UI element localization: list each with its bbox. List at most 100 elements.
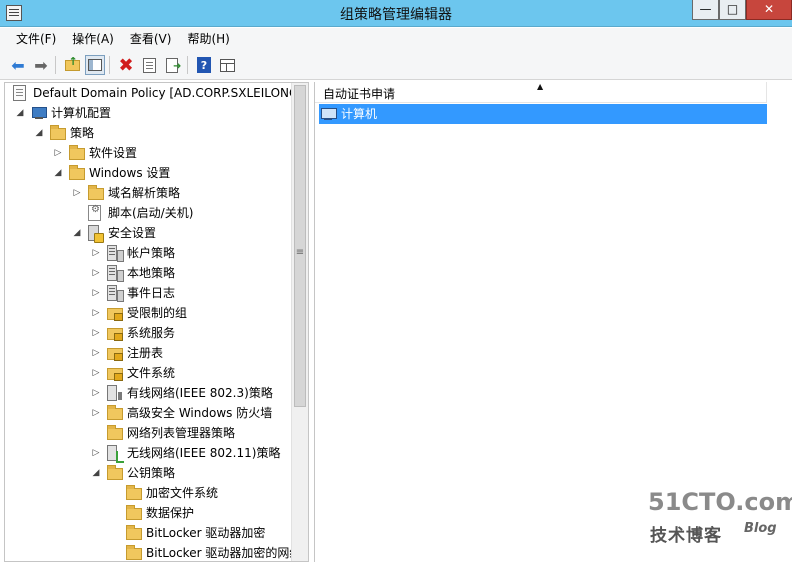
expand-toggle-icon[interactable]: ▷ (91, 303, 101, 323)
folder-icon (126, 545, 142, 560)
folder-icon (107, 465, 123, 480)
tree-item-system-services[interactable]: ▷ 系统服务 (5, 323, 290, 343)
properties-icon[interactable] (139, 55, 159, 75)
tree-item-windows-settings[interactable]: ◢ Windows 设置 (5, 163, 290, 183)
tree-item-public-key-policies[interactable]: ◢ 公钥策略 (5, 463, 290, 483)
server-icon (107, 245, 124, 262)
tree-item-registry[interactable]: ▷ 注册表 (5, 343, 290, 363)
expand-toggle-icon[interactable]: ▷ (91, 403, 101, 423)
toolbar: ⬅ ➡ ✖ ? (0, 50, 792, 80)
watermark-51cto: 51CTO.com 技术博客 Blog (648, 488, 792, 558)
menu-action[interactable]: 操作(A) (64, 29, 122, 49)
wired-network-icon (107, 385, 122, 401)
folder-icon (107, 405, 123, 420)
tree-item-software-settings[interactable]: ▷ 软件设置 (5, 143, 290, 163)
console-tree[interactable]: Default Domain Policy [AD.CORP.SXLEILONG… (4, 82, 309, 562)
list-item-computer[interactable]: 计算机 (319, 104, 767, 124)
computer-icon (321, 107, 337, 121)
up-folder-icon[interactable] (62, 55, 82, 75)
document-icon (13, 85, 26, 101)
sort-ascending-icon: ▲ (537, 82, 544, 91)
menu-file[interactable]: 文件(F) (8, 29, 64, 49)
view-options-icon[interactable] (217, 55, 237, 75)
tree-item-event-log[interactable]: ▷ 事件日志 (5, 283, 290, 303)
tree-item-default-domain-policy[interactable]: Default Domain Policy [AD.CORP.SXLEILONG… (5, 83, 302, 103)
toolbar-separator (109, 56, 110, 74)
help-icon[interactable]: ? (194, 55, 214, 75)
tree-item-wired-network-policies[interactable]: ▷ 有线网络(IEEE 802.3)策略 (5, 383, 290, 403)
expand-toggle-icon[interactable]: ▷ (91, 343, 101, 363)
collapse-toggle-icon[interactable]: ◢ (72, 223, 82, 243)
window-title: 组策略管理编辑器 (340, 7, 452, 23)
column-header-auto-cert-request[interactable]: 自动证书申请 ▲ (315, 82, 767, 103)
folder-icon (88, 185, 104, 200)
tree-item-computer-config[interactable]: ◢ 计算机配置 (5, 103, 290, 123)
expand-toggle-icon[interactable]: ▷ (91, 443, 101, 463)
locked-folder-icon (107, 348, 123, 361)
tree-item-file-system[interactable]: ▷ 文件系统 (5, 363, 290, 383)
menu-bar: 文件(F) 操作(A) 查看(V) 帮助(H) (0, 28, 792, 50)
export-list-icon[interactable] (162, 55, 182, 75)
tree-item-wireless-network-policies[interactable]: ▷ 无线网络(IEEE 802.11)策略 (5, 443, 290, 463)
tree-scrollbar[interactable]: ≡ (291, 83, 308, 561)
tree-item-bitlocker-network[interactable]: BitLocker 驱动器加密的网络 (5, 543, 301, 561)
locked-folder-icon (107, 368, 123, 381)
folder-icon (126, 525, 142, 540)
expand-toggle-icon[interactable]: ▷ (91, 263, 101, 283)
expand-toggle-icon[interactable]: ▷ (91, 283, 101, 303)
folder-icon (69, 145, 85, 160)
toolbar-separator (55, 56, 56, 74)
expand-toggle-icon[interactable]: ▷ (72, 183, 82, 203)
collapse-toggle-icon[interactable]: ◢ (91, 463, 101, 483)
locked-folder-icon (107, 308, 123, 321)
tree-item-policies[interactable]: ◢ 策略 (5, 123, 290, 143)
computer-icon (31, 105, 47, 121)
show-hide-tree-icon[interactable] (85, 55, 105, 75)
menu-help[interactable]: 帮助(H) (179, 29, 237, 49)
server-icon (107, 285, 124, 302)
close-button[interactable]: ✕ (746, 0, 792, 20)
delete-icon[interactable]: ✖ (116, 55, 136, 76)
watermark-site: 51CTO.com (648, 488, 792, 516)
collapse-toggle-icon[interactable]: ◢ (53, 163, 63, 183)
script-icon (88, 204, 101, 221)
watermark-tagline: 技术博客 (650, 526, 722, 546)
maximize-button[interactable]: □ (719, 0, 746, 20)
expand-toggle-icon[interactable]: ▷ (53, 143, 63, 163)
folder-icon (126, 485, 142, 500)
tree-item-bitlocker[interactable]: BitLocker 驱动器加密 (5, 523, 290, 543)
expand-toggle-icon[interactable]: ▷ (91, 243, 101, 263)
folder-icon (50, 125, 66, 140)
expand-toggle-icon[interactable]: ▷ (91, 383, 101, 403)
scroll-grip-icon: ≡ (295, 247, 305, 258)
tree-item-windows-firewall[interactable]: ▷ 高级安全 Windows 防火墙 (5, 403, 290, 423)
folder-icon (107, 425, 123, 440)
tree-item-network-list-manager[interactable]: 网络列表管理器策略 (5, 423, 290, 443)
toolbar-separator (187, 56, 188, 74)
tree-item-account-policies[interactable]: ▷ 帐户策略 (5, 243, 290, 263)
tree-item-scripts[interactable]: 脚本(启动/关机) (5, 203, 290, 223)
tree-item-restricted-groups[interactable]: ▷ 受限制的组 (5, 303, 290, 323)
title-bar: 组策略管理编辑器 — □ ✕ (0, 0, 792, 27)
forward-arrow-icon[interactable]: ➡ (31, 55, 51, 75)
locked-folder-icon (107, 328, 123, 341)
tree-item-security-settings[interactable]: ◢ 安全设置 (5, 223, 290, 243)
tree-item-data-protection[interactable]: 数据保护 (5, 503, 290, 523)
minimize-button[interactable]: — (692, 0, 719, 20)
expand-toggle-icon[interactable]: ▷ (91, 323, 101, 343)
collapse-toggle-icon[interactable]: ◢ (34, 123, 44, 143)
scroll-thumb[interactable] (294, 85, 306, 407)
wireless-network-icon (107, 445, 124, 463)
folder-icon (126, 505, 142, 520)
tree-item-name-resolution-policy[interactable]: ▷ 域名解析策略 (5, 183, 290, 203)
tree-item-encrypting-file-system[interactable]: 加密文件系统 (5, 483, 290, 503)
collapse-toggle-icon[interactable]: ◢ (15, 103, 25, 123)
expand-toggle-icon[interactable]: ▷ (91, 363, 101, 383)
security-settings-icon (88, 225, 104, 243)
menu-view[interactable]: 查看(V) (122, 29, 180, 49)
back-arrow-icon[interactable]: ⬅ (8, 55, 28, 75)
server-icon (107, 265, 124, 282)
watermark-blog: Blog (744, 521, 777, 536)
folder-icon (69, 165, 85, 180)
tree-item-local-policies[interactable]: ▷ 本地策略 (5, 263, 290, 283)
